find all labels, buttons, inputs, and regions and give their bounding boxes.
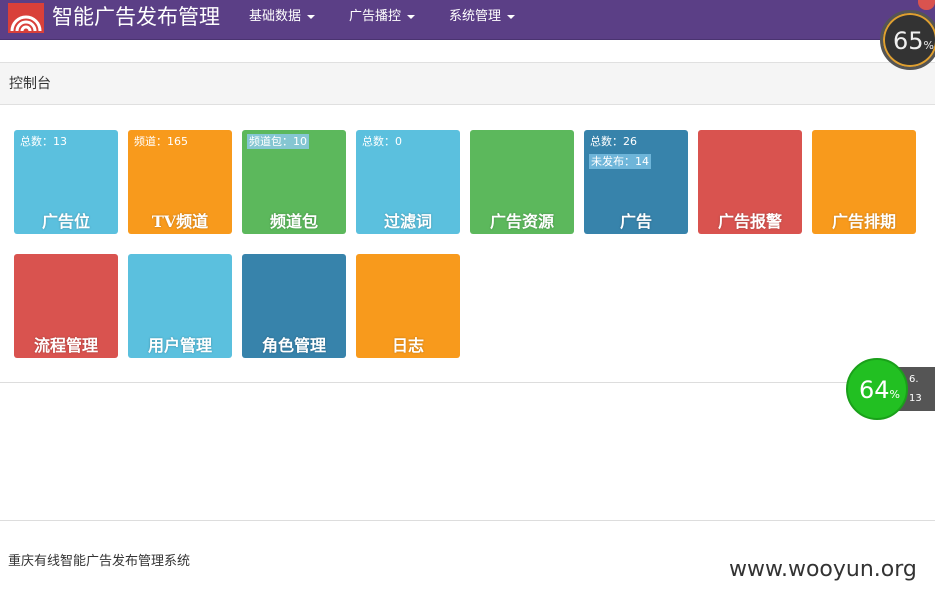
tile-tv-channel[interactable]: 频道：165 TV频道 (128, 130, 232, 234)
tile-label: 过滤词 (383, 212, 432, 231)
tile-label: 用户管理 (147, 336, 212, 355)
menu-label: 广告播控 (349, 9, 402, 24)
menu-label: 基础数据 (249, 9, 302, 24)
caret-down-icon (407, 14, 416, 19)
tile-count: 频道包：10 (247, 134, 309, 149)
tile-workflow-management[interactable]: 流程管理 (14, 254, 118, 358)
tile-filter-words[interactable]: 总数：0 过滤词 (356, 130, 460, 234)
tile-ad-schedule[interactable]: 广告排期 (812, 130, 916, 234)
logo-icon (8, 3, 44, 33)
tile-label: 频道包 (269, 212, 318, 231)
tile-label: 角色管理 (261, 336, 326, 355)
tile-ads[interactable]: 总数：26 未发布：14 广告 (584, 130, 688, 234)
menu-label: 系统管理 (449, 9, 502, 24)
footer-system-name: 重庆有线智能广告发布管理系统 (8, 554, 191, 569)
breadcrumb: 控制台 (0, 62, 935, 105)
menu-system-management[interactable]: 系统管理 (449, 9, 516, 25)
tile-label: TV频道 (151, 212, 209, 231)
footer-divider (0, 520, 935, 521)
menu-basic-data[interactable]: 基础数据 (249, 9, 316, 25)
tile-unpublished-count: 未发布：14 (589, 154, 651, 169)
page-title: 控制台 (9, 76, 51, 92)
upload-speed: 6. (909, 374, 919, 385)
gauge-value: 65% (893, 27, 934, 55)
tile-count: 总数：0 (362, 135, 402, 148)
tile-user-management[interactable]: 用户管理 (128, 254, 232, 358)
tile-label: 广告报警 (717, 212, 782, 231)
gauge-value: 64% (859, 376, 900, 404)
top-navbar: 智能广告发布管理 基础数据 广告播控 系统管理 (0, 0, 935, 40)
tile-count: 总数：13 (20, 135, 67, 148)
tile-label: 流程管理 (33, 336, 98, 355)
watermark: www.wooyun.org (729, 557, 917, 582)
tile-ad-alarm[interactable]: 广告报警 (698, 130, 802, 234)
memory-gauge-widget[interactable]: 65% (880, 10, 935, 70)
tile-count: 总数：26 (590, 135, 637, 148)
tile-label: 广告资源 (489, 212, 554, 231)
tile-role-management[interactable]: 角色管理 (242, 254, 346, 358)
tile-ad-slot[interactable]: 总数：13 广告位 (14, 130, 118, 234)
divider (0, 382, 935, 383)
tile-channel-package[interactable]: 频道包：10 频道包 (242, 130, 346, 234)
menu-ad-control[interactable]: 广告播控 (349, 9, 416, 25)
tile-count: 频道：165 (134, 135, 188, 148)
tile-label: 广告位 (41, 212, 90, 231)
caret-down-icon (307, 14, 316, 19)
brand-title[interactable]: 智能广告发布管理 (52, 4, 220, 30)
tile-ad-resources[interactable]: 广告资源 (470, 130, 574, 234)
speed-gauge-widget[interactable]: 64% (846, 358, 908, 420)
caret-down-icon (507, 14, 516, 19)
tile-logs[interactable]: 日志 (356, 254, 460, 358)
tile-label: 日志 (391, 336, 424, 355)
download-speed: 13 (909, 393, 922, 404)
tile-label: 广告 (619, 212, 652, 231)
tile-label: 广告排期 (831, 212, 896, 231)
